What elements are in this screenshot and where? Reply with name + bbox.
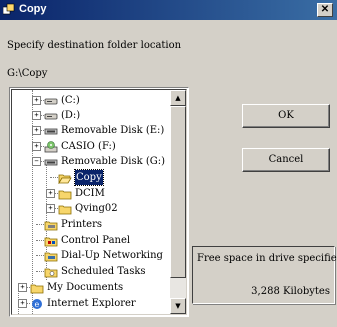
expand-icon[interactable]: + (32, 142, 41, 151)
tree-item-casio-f[interactable]: + CASIO (F:) (12, 139, 170, 154)
scheduled-tasks-icon (44, 268, 58, 278)
expand-icon[interactable]: + (18, 299, 27, 308)
tree-connector (50, 177, 58, 178)
tree-item-scheduled-tasks[interactable]: Scheduled Tasks (12, 264, 170, 279)
tree-item-copy[interactable]: Copy (12, 169, 170, 186)
tree-item-label: Removable Disk (G:) (61, 156, 166, 167)
internet-explorer-icon: e (32, 299, 42, 309)
tree-item-control-panel[interactable]: Control Panel (12, 233, 170, 248)
folder-open-icon (58, 174, 72, 184)
tree-item-label: Internet Explorer (47, 298, 136, 309)
folder-icon (58, 205, 72, 215)
tree-item-label: Printers (61, 219, 102, 230)
ok-button[interactable]: OK (242, 104, 330, 128)
collapse-icon[interactable]: − (32, 157, 41, 166)
tree-item-c[interactable]: + (C:) (12, 93, 170, 108)
expand-icon[interactable]: + (18, 283, 27, 292)
printers-icon (44, 221, 58, 231)
cd-drive-icon (44, 141, 58, 153)
removable-disk-icon (44, 128, 58, 135)
hard-drive-icon (44, 98, 58, 105)
tree-item-removable-disk-e[interactable]: + Removable Disk (E:) (12, 123, 170, 138)
scroll-thumb[interactable] (170, 106, 186, 278)
tree-connector (36, 224, 44, 225)
control-panel-icon (44, 237, 58, 247)
window-title: Copy (19, 3, 47, 15)
app-icon (3, 3, 15, 15)
expand-icon[interactable]: + (32, 111, 41, 120)
tree-item-label: (C:) (61, 95, 80, 106)
tree-item-d[interactable]: + (D:) (12, 108, 170, 123)
close-button[interactable]: ✕ (317, 3, 333, 17)
tree-item-qving02[interactable]: + Qving02 (12, 201, 170, 216)
tree-item-removable-disk-g[interactable]: − Removable Disk (G:) (12, 154, 170, 169)
free-space-label: Free space in drive specified (197, 253, 337, 264)
destination-path: G:\Copy (7, 68, 48, 79)
tree-item-label: Control Panel (61, 235, 131, 246)
folder-icon (30, 284, 44, 294)
tree-item-label: Removable Disk (E:) (61, 125, 165, 136)
tree-item-label: CASIO (F:) (61, 141, 116, 152)
tree-item-dcim[interactable]: + DCIM (12, 186, 170, 201)
removable-disk-icon (44, 159, 58, 166)
expand-icon[interactable]: + (32, 126, 41, 135)
scroll-down-button[interactable]: ▼ (170, 298, 186, 314)
svg-text:e: e (35, 300, 40, 309)
tree-item-label: My Documents (47, 282, 124, 293)
expand-icon[interactable]: + (46, 204, 55, 213)
tree-item-my-documents[interactable]: + My Documents (12, 280, 170, 295)
tree-connector (36, 240, 44, 241)
tree-item-label: Qving02 (75, 203, 118, 214)
dialup-icon (44, 252, 58, 262)
tree-item-label: (D:) (61, 110, 81, 121)
tree-item-label: Scheduled Tasks (61, 266, 146, 277)
tree-item-dial-up-networking[interactable]: Dial-Up Networking (12, 248, 170, 263)
tree-connector (36, 255, 44, 256)
hard-drive-icon (44, 113, 58, 120)
cancel-button[interactable]: Cancel (242, 148, 330, 172)
folder-tree[interactable]: ▲ ▼ + (C:) + (D:) + Removable Disk (E:) + CASIO… (9, 87, 189, 317)
prompt-text: Specify destination folder location (7, 40, 182, 51)
tree-scrollbar[interactable]: ▲ ▼ (170, 90, 186, 314)
free-space-panel: Free space in drive specified 3,288 Kilo… (192, 246, 337, 304)
tree-item-label: Copy (74, 169, 104, 186)
scroll-up-button[interactable]: ▲ (170, 90, 186, 106)
folder-icon (58, 190, 72, 200)
tree-item-printers[interactable]: Printers (12, 217, 170, 232)
free-space-value: 3,288 Kilobytes (251, 286, 330, 297)
tree-item-label: DCIM (75, 188, 105, 199)
expand-icon[interactable]: + (46, 189, 55, 198)
tree-item-internet-explorer[interactable]: + e Internet Explorer (12, 296, 170, 311)
title-bar: Copy ✕ (0, 0, 337, 20)
tree-connector (36, 271, 44, 272)
expand-icon[interactable]: + (32, 96, 41, 105)
tree-item-label: Dial-Up Networking (61, 250, 163, 261)
